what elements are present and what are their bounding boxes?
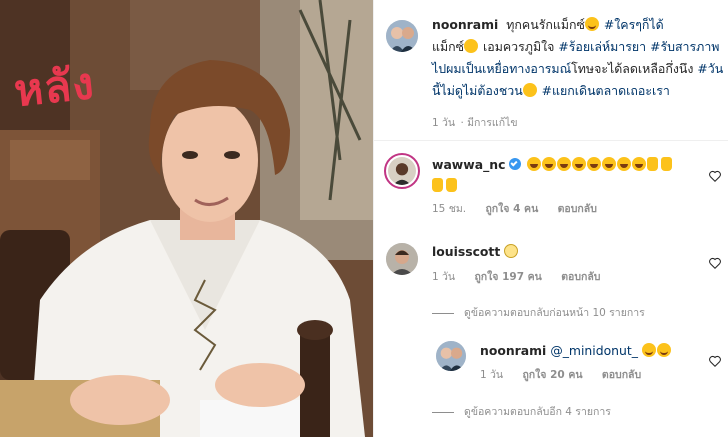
reply-button[interactable]: ตอบกลับ (561, 271, 600, 283)
comment-username[interactable]: noonrami (480, 343, 546, 358)
divider (374, 140, 728, 141)
post-meta: 1 วัน · มีการแก้ไข (432, 114, 534, 131)
reply-button[interactable]: ตอบกลับ (602, 369, 641, 381)
mention-link[interactable]: @_minidonut_ (550, 343, 638, 358)
laughing-emoji (542, 157, 557, 171)
laughing-emoji (617, 157, 632, 171)
commenter-avatar[interactable] (386, 243, 418, 275)
unamused-emoji (522, 83, 537, 97)
verified-badge-icon (509, 158, 522, 170)
neutral-face-emoji (504, 244, 519, 258)
commenter-avatar[interactable] (436, 341, 466, 371)
comment-body: noonrami @_minidonut_ (480, 340, 672, 361)
comment-username[interactable]: louisscott (432, 244, 500, 259)
comment-body: wawwa_nc (432, 154, 702, 196)
post-caption: noonrami ทุกคนรักแม็กซ์ #ใครๆก็ได้ แม็กซ… (432, 14, 724, 102)
laughing-emoji (557, 157, 572, 171)
comment-meta: 1 วัน ถูกใจ 197 คน ตอบกลับ (432, 268, 616, 285)
comment-likes[interactable]: ถูกใจ 197 คน (474, 271, 541, 283)
comment-body: louisscott (432, 241, 519, 262)
commenter-avatar[interactable] (384, 153, 420, 189)
laughing-emoji (572, 157, 587, 171)
laughing-emoji (602, 157, 617, 171)
caption-text: ทุกคนรักแม็กซ์ (506, 17, 585, 32)
view-previous-replies-link[interactable]: ดูข้อความตอบกลับก่อนหน้า 10 รายการ (432, 304, 645, 321)
hashtag[interactable]: #แยกเดินตลาดเถอะเรา (542, 83, 670, 98)
post-photo: หลัง (0, 0, 373, 437)
comment-likes[interactable]: ถูกใจ 4 คน (485, 203, 538, 215)
smile-emoji (641, 343, 656, 357)
like-heart-icon[interactable] (708, 168, 722, 182)
laughing-emoji (587, 157, 602, 171)
like-heart-icon[interactable] (708, 255, 722, 269)
caption-text: แม็กซ์ (432, 39, 465, 54)
comment-time[interactable]: 1 วัน (432, 271, 455, 283)
comment-time[interactable]: 1 วัน (480, 369, 503, 381)
hashtag[interactable]: #ใครๆก็ได้ (604, 17, 664, 32)
laughing-emoji (527, 157, 542, 171)
comments-panel: noonrami ทุกคนรักแม็กซ์ #ใครๆก็ได้ แม็กซ… (373, 0, 728, 437)
comment-username[interactable]: wawwa_nc (432, 157, 505, 172)
hashtag[interactable]: #ร้อยเล่ห์มารยา (558, 39, 646, 54)
comment-likes[interactable]: ถูกใจ 20 คน (522, 369, 582, 381)
thumbs-up-emoji (647, 157, 659, 171)
post-edited: · มีการแก้ไข (460, 117, 518, 129)
person-emoji (464, 39, 479, 53)
post-author-username[interactable]: noonrami (432, 17, 498, 32)
caption-text: โทษจะได้ลดเหลือกึ่งนึง (571, 61, 694, 76)
instagram-post-view: หลัง noonrami ทุกคนรักแม็กซ์ #ใครๆก็ได้ … (0, 0, 728, 437)
post-author-avatar[interactable] (386, 20, 418, 52)
view-more-replies-link[interactable]: ดูข้อความตอบกลับอีก 4 รายการ (432, 403, 611, 420)
thumbs-up-emoji (432, 178, 443, 192)
laughing-emoji (632, 157, 647, 171)
overlay-text: หลัง (11, 57, 97, 118)
smirk-emoji (584, 17, 599, 31)
caption-text: เอมควรภูมิใจ (483, 39, 555, 54)
smile-emoji (656, 343, 671, 357)
comment-meta: 1 วัน ถูกใจ 20 คน ตอบกลับ (480, 366, 657, 383)
comment-meta: 15 ชม. ถูกใจ 4 คน ตอบกลับ (432, 200, 613, 217)
thumbs-up-emoji (661, 157, 673, 171)
thumbs-up-emoji (446, 178, 457, 192)
post-time[interactable]: 1 วัน (432, 117, 455, 129)
like-heart-icon[interactable] (708, 353, 722, 367)
comment-time[interactable]: 15 ชม. (432, 203, 466, 215)
reply-button[interactable]: ตอบกลับ (558, 203, 597, 215)
